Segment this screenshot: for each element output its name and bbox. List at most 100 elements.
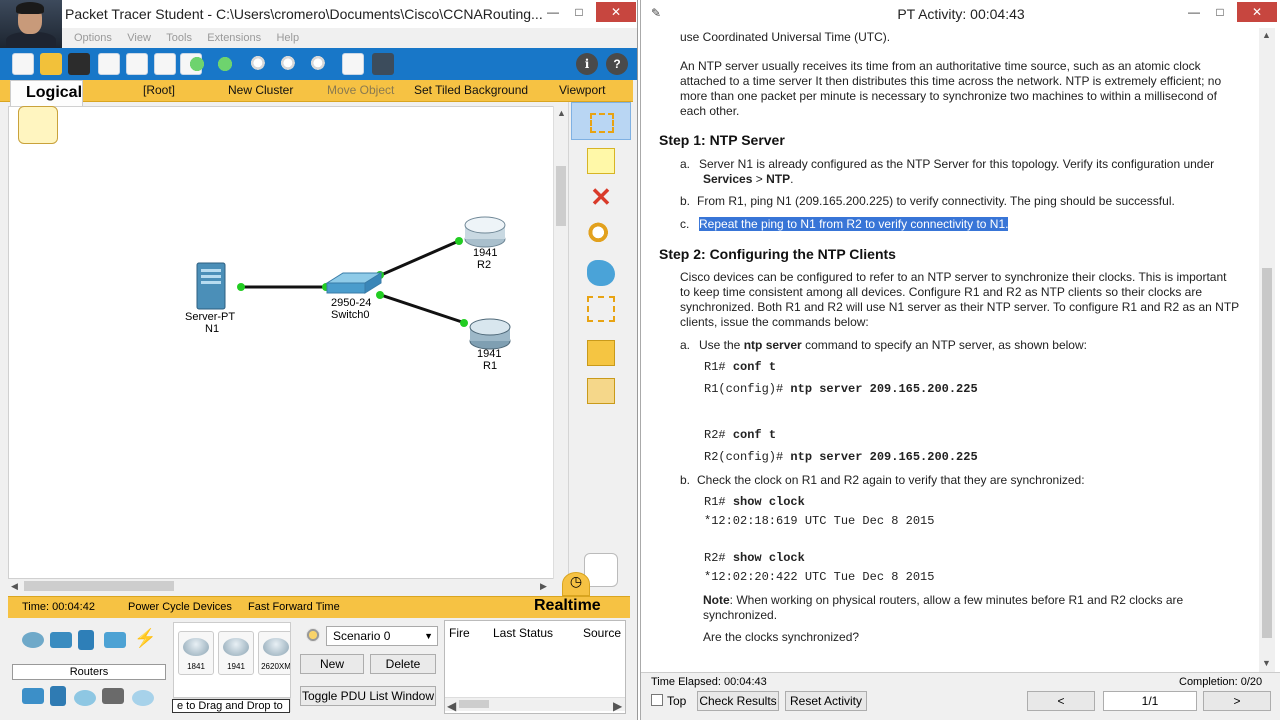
custom-device-icon[interactable]: [372, 53, 394, 75]
new-file-icon[interactable]: [12, 53, 34, 75]
realtime-mode-label[interactable]: Realtime: [534, 597, 601, 615]
port-light: [376, 291, 384, 299]
step2-intro-line: clients, issue the commands below:: [680, 315, 869, 329]
save-icon[interactable]: [68, 53, 90, 75]
page-indicator: 1/1: [1103, 691, 1197, 711]
place-note-icon[interactable]: [587, 148, 615, 174]
viewport-button[interactable]: Viewport: [559, 83, 605, 97]
toggle-pdu-list-button[interactable]: Toggle PDU List Window: [300, 686, 436, 706]
activity-wizard-icon[interactable]: [126, 53, 148, 75]
info-icon[interactable]: i: [576, 53, 598, 75]
open-folder-icon[interactable]: [40, 53, 62, 75]
menu-bar: Options View Tools Extensions Help: [62, 28, 637, 48]
top-checkbox[interactable]: [651, 694, 663, 706]
selected-text[interactable]: Repeat the ping to N1 from R2 to verify …: [699, 217, 1009, 231]
copy-icon[interactable]: [154, 53, 176, 75]
r2-clock-output: *12:02:20:422 UTC Tue Dec 8 2015: [704, 570, 935, 584]
fast-forward-button[interactable]: Fast Forward Time: [248, 601, 340, 613]
menu-tools[interactable]: Tools: [166, 28, 192, 48]
resize-shape-icon[interactable]: [587, 296, 615, 322]
realtime-clock-icon[interactable]: ◷: [562, 572, 590, 596]
new-scenario-button[interactable]: New: [300, 654, 364, 674]
step2-intro: Cisco devices can be configured to refer…: [680, 270, 1250, 330]
root-button[interactable]: [Root]: [143, 83, 175, 97]
pdu-list-scrollbar[interactable]: ◀ ▶: [445, 697, 625, 713]
switch-type-label: 2950-24: [331, 297, 372, 309]
previous-page-button[interactable]: <: [1027, 691, 1095, 711]
menu-options[interactable]: Options: [74, 28, 112, 48]
menu-help[interactable]: Help: [276, 28, 299, 48]
wireless-category-icon[interactable]: [104, 632, 126, 648]
workspace-horizontal-scrollbar[interactable]: ◀ ▶: [8, 579, 553, 593]
workspace-vertical-scrollbar[interactable]: ▲: [553, 106, 567, 579]
pdu-header-last-status[interactable]: Last Status: [493, 626, 553, 640]
wan-emulation-category-icon[interactable]: [74, 690, 96, 706]
activity-close-button[interactable]: ✕: [1237, 2, 1277, 22]
help-icon[interactable]: ?: [606, 53, 628, 75]
top-label: Top: [667, 694, 687, 708]
server-type-label: Server-PT: [185, 311, 236, 323]
navigation-icon[interactable]: [18, 106, 58, 144]
delete-scenario-button[interactable]: Delete: [370, 654, 436, 674]
palette-icon[interactable]: [342, 53, 364, 75]
activity-minimize-button[interactable]: —: [1181, 2, 1207, 22]
r1-type-label: 1941: [477, 348, 502, 360]
scroll-up-icon[interactable]: ▲: [557, 108, 566, 118]
activity-maximize-button[interactable]: □: [1207, 2, 1233, 22]
chevron-down-icon: ▼: [424, 631, 433, 641]
reset-activity-button[interactable]: Reset Activity: [785, 691, 867, 711]
minimize-button[interactable]: —: [540, 2, 566, 22]
logical-workspace[interactable]: Server-PT N1 2950-24 Switch0 1941 R2 194…: [8, 106, 558, 579]
pdu-header-fire[interactable]: Fire: [449, 626, 470, 640]
redo-icon[interactable]: [214, 53, 236, 75]
multiuser-category-icon[interactable]: [132, 690, 154, 706]
model-1841[interactable]: 1841: [178, 631, 214, 675]
custom-devices-category-icon[interactable]: [102, 688, 124, 704]
completion: Completion: 0/20: [1179, 676, 1263, 688]
scenario-info-icon[interactable]: [306, 628, 320, 642]
model-2620xm[interactable]: 2620XM: [258, 631, 290, 675]
instructions-scrollbar[interactable]: ▲ ▼: [1259, 28, 1275, 672]
bottom-panel: ⚡ Routers 1841 1941 2620XM ◀ ▶ e to Drag…: [0, 618, 637, 720]
select-tool-icon[interactable]: [571, 102, 631, 140]
switches-category-icon[interactable]: [50, 632, 72, 648]
step1-a-line1: Server N1 is already configured as the N…: [699, 157, 1215, 171]
maximize-button[interactable]: □: [566, 2, 592, 22]
router-icon: [469, 318, 511, 350]
scroll-down-icon[interactable]: ▼: [1262, 658, 1271, 668]
new-cluster-button[interactable]: New Cluster: [228, 83, 293, 97]
scenario-select[interactable]: Scenario 0 ▼: [326, 626, 438, 646]
pdu-header-source[interactable]: Source: [583, 626, 621, 640]
scroll-up-icon[interactable]: ▲: [1262, 30, 1271, 40]
hubs-category-icon[interactable]: [78, 630, 94, 650]
set-background-button[interactable]: Set Tiled Background: [414, 83, 528, 97]
add-complex-pdu-icon[interactable]: [587, 378, 615, 404]
zoom-out-icon[interactable]: [308, 53, 330, 75]
menu-extensions[interactable]: Extensions: [207, 28, 261, 48]
zoom-in-icon[interactable]: [248, 53, 270, 75]
end-devices-category-icon[interactable]: [22, 688, 44, 704]
add-simple-pdu-icon[interactable]: [587, 340, 615, 366]
undo-icon[interactable]: [186, 53, 208, 75]
sep: >: [752, 172, 767, 186]
check-results-button[interactable]: Check Results: [697, 691, 779, 711]
delete-icon[interactable]: ✕: [587, 184, 615, 210]
power-cycle-button[interactable]: Power Cycle Devices: [128, 601, 232, 613]
routers-category-icon[interactable]: [22, 632, 44, 648]
zoom-reset-icon[interactable]: [278, 53, 300, 75]
scroll-left-icon[interactable]: ◀: [11, 581, 18, 592]
draw-shape-icon[interactable]: [587, 260, 615, 286]
connections-category-icon[interactable]: ⚡: [134, 629, 156, 647]
model-1941[interactable]: 1941: [218, 631, 254, 675]
security-category-icon[interactable]: [50, 686, 66, 706]
move-object-button[interactable]: Move Object: [327, 83, 394, 97]
scroll-right-icon[interactable]: ▶: [540, 581, 547, 592]
step1-heading: Step 1: NTP Server: [659, 132, 785, 148]
next-page-button[interactable]: >: [1203, 691, 1271, 711]
inspect-icon[interactable]: [587, 222, 615, 248]
print-icon[interactable]: [98, 53, 120, 75]
close-button[interactable]: ✕: [596, 2, 636, 22]
model-label: 1841: [187, 662, 205, 671]
logical-tab[interactable]: Logical: [10, 80, 83, 106]
menu-view[interactable]: View: [127, 28, 151, 48]
